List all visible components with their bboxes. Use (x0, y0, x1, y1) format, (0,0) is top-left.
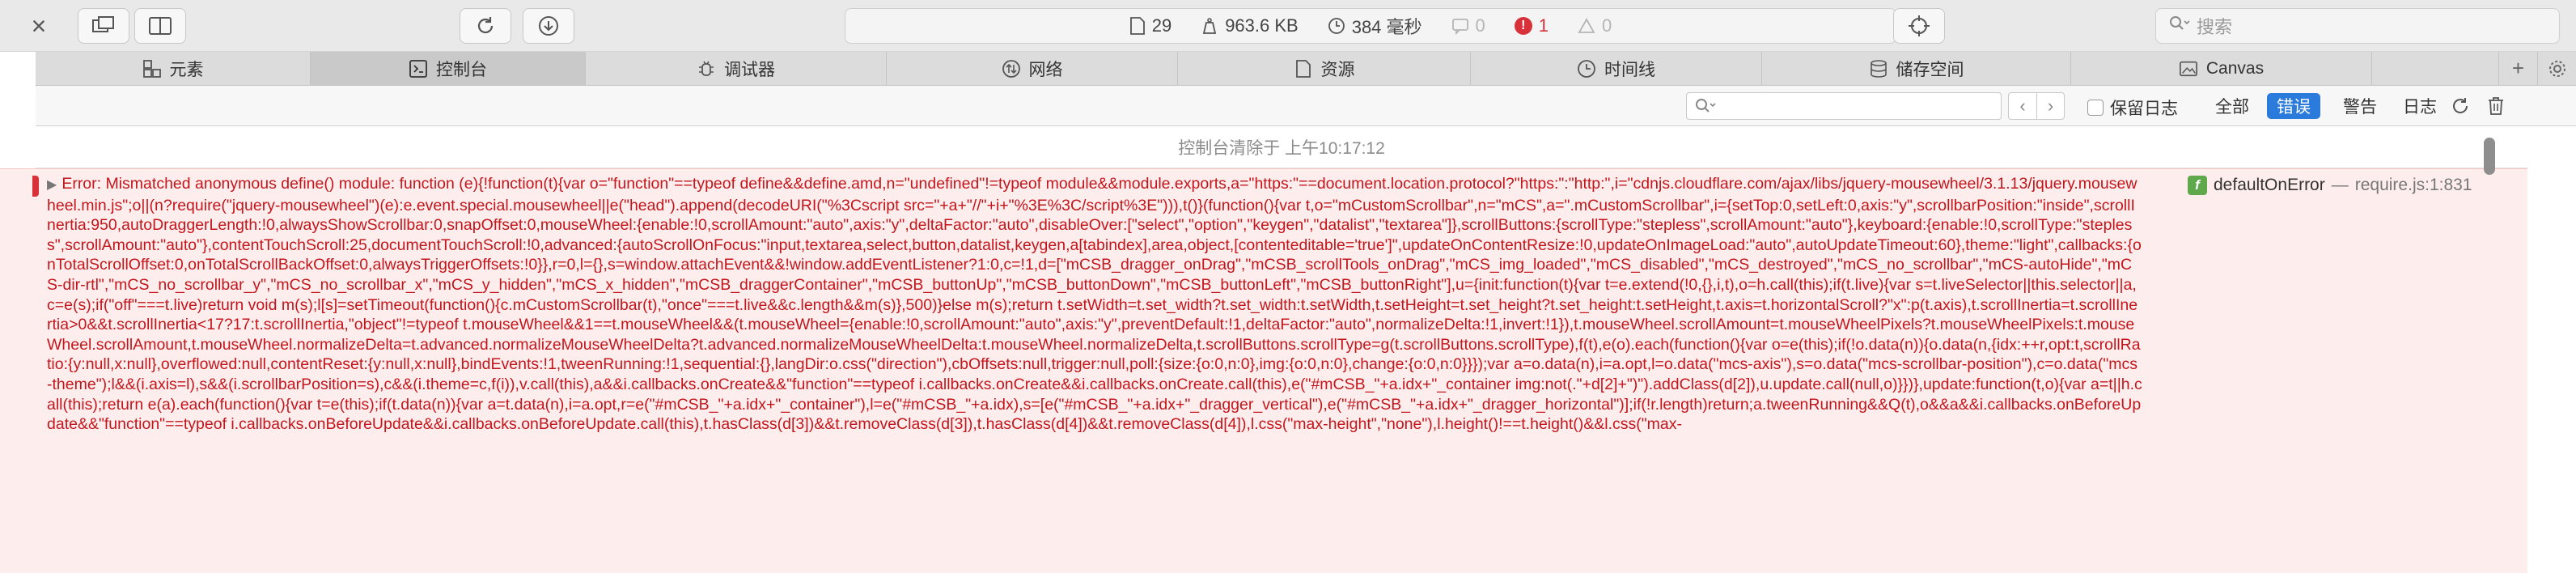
preserve-log-label: 保留日志 (2110, 100, 2178, 118)
filter-search-icon (1696, 99, 1716, 112)
console-filter-input[interactable] (1686, 92, 2002, 120)
warning-count[interactable]: 0 (1578, 15, 1612, 36)
error-badge-icon: ! (1514, 17, 1532, 35)
error-count[interactable]: ! 1 (1514, 15, 1549, 36)
error-function-name: defaultOnError (2214, 176, 2325, 194)
canvas-icon (2179, 59, 2198, 79)
error-text: Error: Mismatched anonymous define() mod… (47, 175, 2142, 434)
console-output: 控制台清除于 上午10:17:12 ▶ Error: Mismatched ano… (0, 126, 2576, 573)
speech-bubble-icon (1451, 19, 1468, 35)
disclosure-triangle-icon[interactable]: ▶ (47, 178, 57, 192)
log-count-value: 0 (1475, 15, 1485, 36)
error-count-value: 1 (1538, 15, 1549, 36)
dock-mode-button[interactable] (78, 8, 129, 44)
clock-icon (1328, 18, 1345, 34)
level-all-button[interactable]: 全部 (2205, 93, 2259, 119)
tab-label: Canvas (2205, 58, 2265, 78)
level-warnings-button[interactable]: 警告 (2333, 93, 2387, 119)
add-tab-icon[interactable]: + (2498, 52, 2537, 85)
search-icon (2169, 15, 2190, 36)
resource-count-value: 29 (1151, 15, 1172, 36)
error-indicator (32, 176, 39, 197)
resource-size[interactable]: 963.6 KB (1201, 15, 1299, 36)
log-count[interactable]: 0 (1451, 15, 1485, 36)
devtools-tab-bar: 元素 控制台 调试器 网络 资源 时间线 储存空间 Canvas + (36, 52, 2576, 86)
toolbar-search-placeholder: 搜索 (2197, 17, 2233, 37)
tab-timeline[interactable]: 时间线 (1471, 52, 1762, 85)
error-source[interactable]: f defaultOnError — require.js:1:831 (2188, 176, 2527, 195)
console-icon (409, 59, 428, 79)
tab-network[interactable]: 网络 (887, 52, 1178, 85)
tab-resources[interactable]: 资源 (1178, 52, 1471, 85)
crosshair-icon (1909, 15, 1930, 36)
level-errors-button[interactable]: 错误 (2267, 93, 2320, 119)
tab-canvas[interactable]: Canvas (2071, 52, 2372, 85)
devtools-toolbar: × 29 963.6 KB 384 毫秒 0 ! 1 0 搜索 (0, 0, 2576, 52)
tab-label: 元素 (169, 60, 204, 79)
tab-label: 调试器 (724, 60, 775, 79)
split-pane-icon (149, 17, 172, 35)
error-location-link[interactable]: require.js:1:831 (2355, 176, 2472, 195)
preserve-log-checkbox[interactable] (2087, 100, 2104, 116)
console-scrollbar-thumb[interactable] (2484, 138, 2495, 175)
tab-debugger[interactable]: 调试器 (586, 52, 887, 85)
storage-icon (1869, 59, 1888, 79)
console-filter-bar: ‹ › 保留日志 全部 错误 警告 日志 (36, 86, 2576, 126)
download-button[interactable] (523, 8, 574, 44)
preserve-log-toggle[interactable]: 保留日志 (2087, 96, 2178, 120)
elements-icon (142, 59, 162, 79)
tab-elements[interactable]: 元素 (36, 52, 311, 85)
resources-icon (1294, 59, 1313, 79)
weight-icon (1203, 18, 1217, 34)
debugger-icon (697, 59, 716, 79)
tab-label: 时间线 (1604, 60, 1655, 79)
close-icon[interactable]: × (24, 11, 53, 40)
dock-side-button[interactable] (134, 8, 186, 44)
evaluation-context-icon[interactable] (2450, 96, 2471, 117)
tab-console[interactable]: 控制台 (311, 52, 586, 85)
load-time[interactable]: 384 毫秒 (1328, 13, 1422, 39)
error-text-block: ▶ Error: Mismatched anonymous define() mo… (47, 174, 2142, 435)
console-error-message[interactable]: ▶ Error: Mismatched anonymous define() mo… (0, 168, 2527, 573)
tab-label: 控制台 (436, 60, 487, 79)
element-picker-button[interactable] (1893, 8, 1945, 44)
tab-label: 网络 (1028, 60, 1063, 79)
settings-gear-icon[interactable] (2537, 52, 2576, 85)
tab-label: 资源 (1320, 60, 1355, 79)
previous-match-chevron-left-icon[interactable]: ‹ (2009, 93, 2036, 119)
timeline-icon (1577, 59, 1596, 79)
tab-label: 储存空间 (1896, 60, 1964, 79)
function-icon: f (2188, 176, 2207, 195)
download-circle-icon (539, 16, 558, 36)
console-cleared-message: 控制台清除于 上午10:17:12 (36, 126, 2527, 168)
error-separator: — (2331, 176, 2349, 194)
activity-viewer: 29 963.6 KB 384 毫秒 0 ! 1 0 (845, 8, 1896, 44)
resource-size-value: 963.6 KB (1225, 15, 1299, 36)
reload-icon (477, 17, 494, 34)
network-icon (1002, 59, 1021, 79)
resource-count[interactable]: 29 (1129, 15, 1171, 36)
toolbar-search-input[interactable]: 搜索 (2155, 8, 2560, 44)
reload-button[interactable] (460, 8, 511, 44)
filter-navigation: ‹ › (2008, 92, 2065, 120)
document-icon (1129, 17, 1145, 35)
tab-storage[interactable]: 储存空间 (1762, 52, 2071, 85)
overlapping-windows-icon (92, 16, 114, 32)
level-logs-button[interactable]: 日志 (2393, 93, 2447, 119)
warning-count-value: 0 (1602, 15, 1612, 36)
clear-console-trash-icon[interactable] (2485, 96, 2506, 117)
load-time-value: 384 毫秒 (1351, 17, 1422, 37)
warning-triangle-icon (1578, 18, 1595, 33)
next-match-chevron-right-icon[interactable]: › (2036, 93, 2064, 119)
tab-tools: + (2498, 52, 2576, 85)
